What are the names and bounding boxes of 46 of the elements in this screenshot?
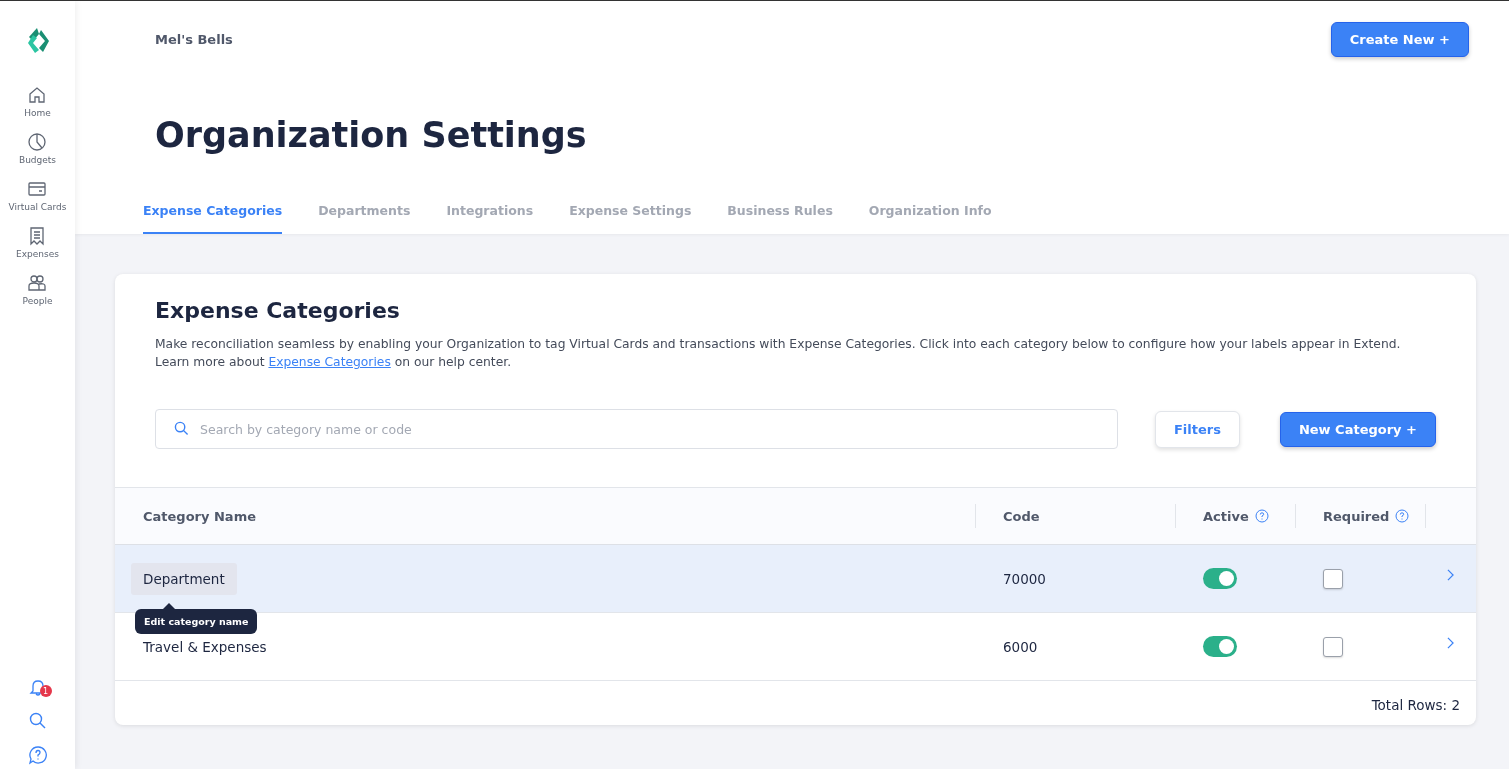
tab[interactable]: Business Rules	[727, 199, 833, 234]
search-icon	[174, 421, 189, 436]
tab[interactable]: Organization Info	[868, 199, 992, 234]
checkbox[interactable]	[1323, 636, 1343, 657]
sidebar-item[interactable]: Home	[24, 85, 51, 118]
card-title: Expense Categories	[155, 298, 401, 323]
sidebar-item[interactable]: Expenses	[16, 226, 59, 259]
total-rows: Total Rows: 2	[1371, 697, 1460, 713]
sidebar-item[interactable]: Budgets	[18, 132, 56, 165]
toggle-switch[interactable]	[1203, 568, 1237, 589]
toggle-switch[interactable]	[1203, 636, 1237, 657]
tab[interactable]: Expense Settings	[569, 199, 692, 234]
pie-chart-icon	[27, 132, 48, 152]
chevron-right-icon[interactable]	[1447, 569, 1454, 581]
card-icon	[27, 179, 48, 199]
search-icon[interactable]	[27, 711, 48, 731]
sidebar-item[interactable]: Virtual Cards	[8, 179, 67, 212]
chevron-right-icon[interactable]	[1447, 637, 1454, 649]
tab[interactable]: Departments	[318, 199, 411, 234]
notification-badge: 1	[39, 685, 52, 697]
tooltip: Edit category name	[135, 609, 258, 634]
description-text: Make reconciliation seamless by enabling your Organization to tag Virtual Cards and transactions with Expense Categories. Click into each category below to configure how your labels appear in Extend. Learn more about Expense Categories on our help center.	[155, 336, 1402, 371]
table-cell: 70000	[1003, 570, 1046, 587]
column-header: Code	[1003, 508, 1040, 524]
table-cell: 6000	[1003, 638, 1038, 655]
page-title: Organization Settings	[155, 115, 588, 155]
new-category-button[interactable]: New Category +	[1279, 411, 1436, 447]
checkbox[interactable]	[1323, 568, 1343, 589]
tab[interactable]: Integrations	[446, 199, 534, 234]
tooltip-pointer-icon	[163, 603, 175, 609]
sidebar-item[interactable]: People	[22, 273, 53, 306]
column-header: Required	[1323, 508, 1390, 524]
help-icon[interactable]	[1395, 509, 1410, 523]
home-icon	[27, 85, 48, 105]
help-icon[interactable]	[1254, 509, 1269, 523]
help-link[interactable]: Expense Categories	[268, 355, 391, 369]
tab[interactable]: Expense Categories	[143, 199, 283, 234]
create-new-button[interactable]: Create New +	[1330, 21, 1469, 57]
search-field[interactable]: Search by category name or code	[155, 409, 1118, 449]
help-icon[interactable]	[27, 745, 48, 765]
filters-button[interactable]: Filters	[1154, 410, 1240, 448]
column-header: Active	[1203, 508, 1249, 524]
category-name[interactable]: Department	[131, 562, 237, 595]
people-icon	[27, 273, 48, 293]
column-header: Category Name	[143, 508, 256, 524]
organization-name: Mel's Bells	[155, 31, 233, 47]
